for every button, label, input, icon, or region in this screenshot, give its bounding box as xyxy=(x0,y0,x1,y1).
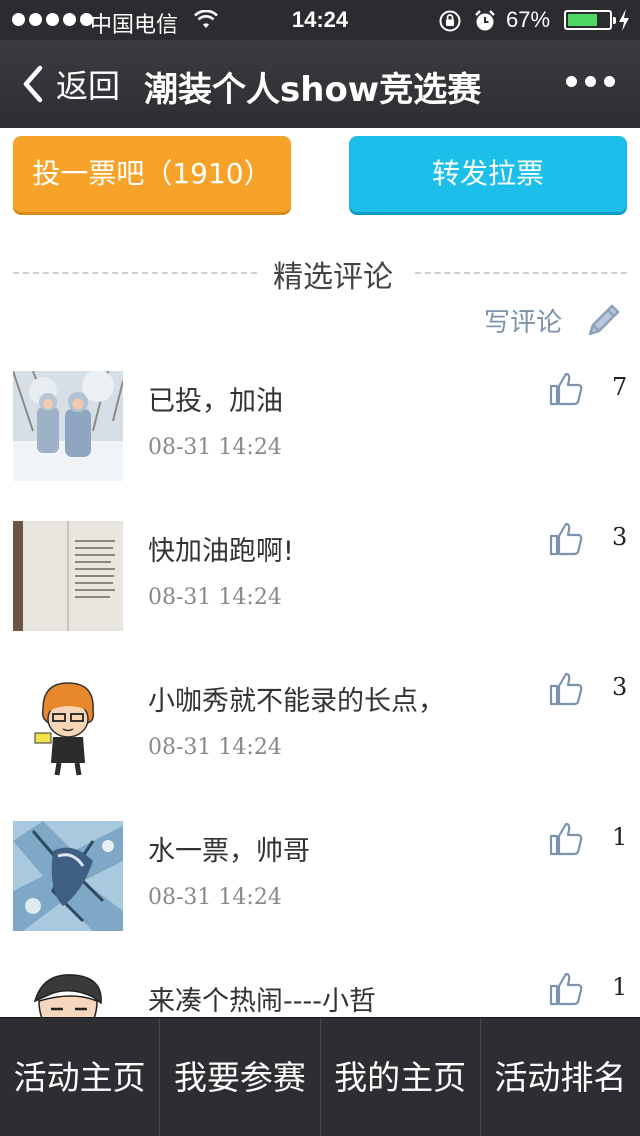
ellipsis-icon[interactable] xyxy=(566,76,615,87)
avatar[interactable] xyxy=(13,671,123,781)
divider xyxy=(13,272,257,274)
like-count: 3 xyxy=(612,523,628,551)
thumbs-up-icon[interactable] xyxy=(548,971,584,1007)
chevron-left-icon xyxy=(23,65,43,103)
battery-icon xyxy=(564,10,616,30)
comment-time: 08-31 14:24 xyxy=(148,885,282,910)
bottom-tab-bar: 活动主页 我要参赛 我的主页 活动排名 xyxy=(0,1017,640,1136)
comment-item: 快加油跑啊! 08-31 14:24 3 xyxy=(0,521,640,661)
thumbs-up-icon[interactable] xyxy=(548,671,584,707)
tab-join-contest[interactable]: 我要参赛 xyxy=(160,1018,321,1136)
tab-activity-home[interactable]: 活动主页 xyxy=(0,1018,161,1136)
comment-item: 已投，加油 08-31 14:24 7 xyxy=(0,371,640,511)
comment-time: 08-31 14:24 xyxy=(148,435,282,460)
rotation-lock-icon xyxy=(439,10,461,32)
back-button[interactable]: 返回 xyxy=(18,62,120,106)
avatar[interactable] xyxy=(13,821,123,931)
comment-time: 08-31 14:24 xyxy=(148,585,282,610)
comment-text: 小咖秀就不能录的长点， xyxy=(148,686,445,717)
tab-activity-ranking[interactable]: 活动排名 xyxy=(481,1018,640,1136)
page-title: 潮装个人show竞选赛 xyxy=(144,70,482,110)
comment-text: 快加油跑啊! xyxy=(148,536,294,567)
pencil-icon xyxy=(588,304,620,336)
avatar[interactable] xyxy=(13,521,123,631)
avatar[interactable] xyxy=(13,371,123,481)
section-title: 精选评论 xyxy=(273,260,393,295)
write-comment-button[interactable]: 写评论 xyxy=(484,300,624,340)
thumbs-up-icon[interactable] xyxy=(548,521,584,557)
charging-bolt-icon xyxy=(619,9,629,31)
battery-percent: 67% xyxy=(506,7,551,32)
alarm-icon xyxy=(475,10,495,31)
like-count: 7 xyxy=(612,373,628,401)
comment-text: 已投，加油 xyxy=(148,386,283,417)
like-count: 1 xyxy=(612,973,628,1001)
navigation-bar: 返回 潮装个人show竞选赛 xyxy=(0,40,640,128)
comment-text: 来凑个热闹----小哲 xyxy=(148,986,376,1017)
write-comment-label: 写评论 xyxy=(484,307,563,338)
like-count: 3 xyxy=(612,673,628,701)
comment-item: 小咖秀就不能录的长点， 08-31 14:24 3 xyxy=(0,671,640,811)
share-button[interactable]: 转发拉票 xyxy=(349,136,627,212)
divider xyxy=(415,272,627,274)
back-label: 返回 xyxy=(56,67,121,105)
like-count: 1 xyxy=(612,823,628,851)
tab-my-home[interactable]: 我的主页 xyxy=(321,1018,481,1136)
vote-button[interactable]: 投一票吧（1910） xyxy=(13,136,291,212)
comment-text: 水一票，帅哥 xyxy=(148,836,310,867)
status-bar: 中国电信 14:24 67% xyxy=(0,0,640,40)
thumbs-up-icon[interactable] xyxy=(548,821,584,857)
comment-item: 水一票，帅哥 08-31 14:24 1 xyxy=(0,821,640,961)
thumbs-up-icon[interactable] xyxy=(548,371,584,407)
section-header: 精选评论 xyxy=(13,250,627,295)
comment-time: 08-31 14:24 xyxy=(148,735,282,760)
